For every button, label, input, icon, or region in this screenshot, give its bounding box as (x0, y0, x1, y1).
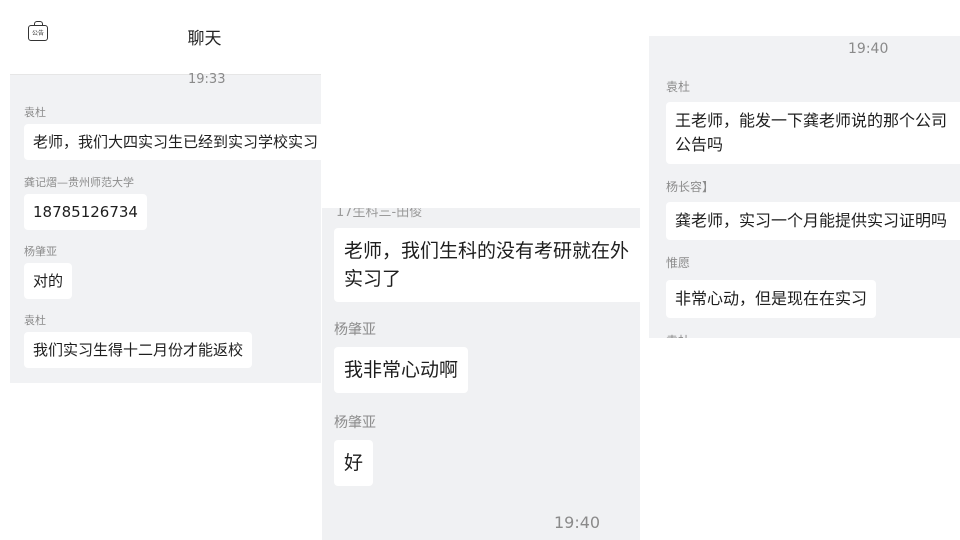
message-bubble[interactable]: 对的 (24, 263, 73, 299)
timestamp: 19:40 (848, 41, 889, 57)
page-title: 聊天 (187, 29, 222, 49)
message-line: 实习了 (344, 268, 402, 290)
message-bubble[interactable]: 老师，我们生科的没有考研就在外 实习了 (334, 228, 640, 302)
chat-header: , 公告 聊天 (10, 14, 321, 75)
message-sender: 袁杜 (666, 80, 691, 94)
message-sender: 龚记熠—贵州师范大学 (24, 176, 134, 189)
message-line: 王老师，能发一下龚老师说的那个公司 (675, 111, 948, 130)
message-bubble[interactable]: 18785126734 (24, 194, 147, 230)
message-bubble[interactable]: 龚老师，实习一个月能提供实习证明吗 (666, 202, 960, 240)
message-sender: 杨长容】 (666, 180, 715, 194)
message-bubble[interactable]: 我非常心动啊 (334, 347, 469, 393)
chat-screenshot-2: 17生科三-田俊 老师，我们生科的没有考研就在外 实习了 杨肇亚 我非常心动啊 … (322, 208, 640, 540)
message-sender: 惟愿 (666, 256, 691, 270)
message-sender: 袁杜 (24, 106, 46, 119)
message-bubble[interactable]: 我们实习生得十二月份才能返校 (24, 332, 253, 368)
message-line: 公告吗 (675, 135, 724, 154)
message-bubble[interactable]: 非常心动，但是现在在实习 (666, 280, 877, 318)
message-bubble[interactable]: 好 (334, 440, 374, 486)
chat-screenshot-1: , 公告 聊天 19:33 袁杜 老师，我们大四实习生已经到实习学校实习 龚记熠… (10, 14, 321, 383)
message-bubble[interactable]: 老师，我们大四实习生已经到实习学校实习 (24, 124, 321, 160)
message-sender: 杨肇亚 (24, 245, 57, 258)
message-sender: 袁杜 (24, 314, 46, 327)
timestamp: 19:40 (554, 513, 601, 532)
message-sender: 杨肇亚 (334, 415, 376, 431)
cut-off-sender: 袁杜 (666, 332, 690, 338)
timestamp: 19:33 (188, 72, 226, 87)
chat-screenshot-3: 19:40 袁杜 王老师，能发一下龚老师说的那个公司 公告吗 杨长容】 龚老师，… (649, 36, 960, 338)
cut-off-sender: 17生科三-田俊 (336, 208, 423, 220)
message-line: 老师，我们生科的没有考研就在外 (344, 240, 630, 262)
message-sender: 杨肇亚 (334, 322, 376, 338)
message-bubble[interactable]: 王老师，能发一下龚老师说的那个公司 公告吗 (666, 102, 960, 164)
